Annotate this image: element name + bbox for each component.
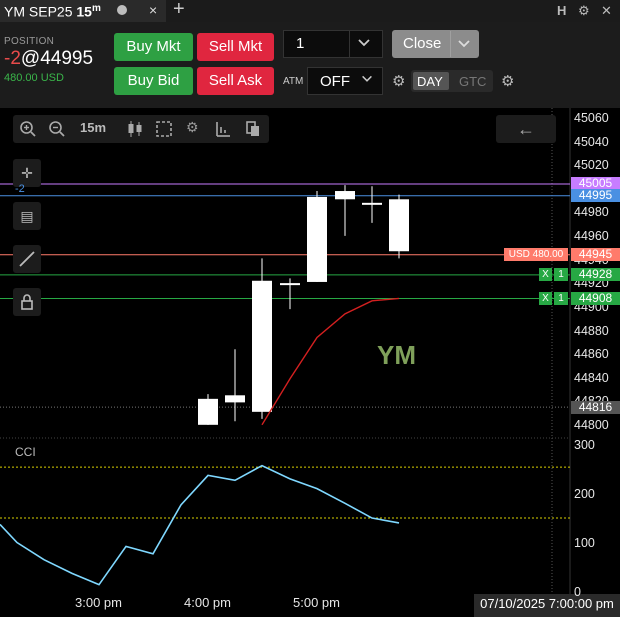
- price-tag-position: 44995: [571, 189, 620, 203]
- tif-day[interactable]: DAY: [417, 74, 443, 89]
- quantity-value: 1: [296, 35, 305, 52]
- gear-icon[interactable]: ⚙: [578, 3, 590, 19]
- chevron-down-icon[interactable]: [356, 34, 372, 50]
- atm-value: OFF: [320, 73, 350, 90]
- interval-selector[interactable]: 15m: [80, 120, 106, 135]
- candle-body: [198, 398, 218, 425]
- atm-settings-gear-icon[interactable]: ⚙: [392, 72, 405, 90]
- crosshair-time-label: 07/10/2025 7:00:00 pm: [474, 594, 620, 617]
- position-marker: -2: [15, 182, 25, 195]
- candle-body: [335, 191, 355, 200]
- draw-line-icon[interactable]: [13, 245, 41, 273]
- pnl-label: USD 480.00: [504, 248, 568, 262]
- time-tick-label: 5:00 pm: [293, 595, 340, 610]
- position-value: -2@44995: [4, 48, 93, 70]
- add-tab-icon[interactable]: +: [173, 0, 185, 21]
- order-qty-label[interactable]: 1: [554, 291, 568, 305]
- divider: [450, 31, 451, 57]
- close-tab-icon[interactable]: ×: [149, 2, 157, 18]
- back-arrow-button[interactable]: ←: [496, 115, 556, 143]
- chart-settings-gear-icon[interactable]: ⚙: [186, 119, 199, 136]
- time-tick-label: 4:00 pm: [184, 595, 231, 610]
- position-label: POSITION: [4, 36, 55, 47]
- price-chart[interactable]: [0, 108, 620, 617]
- position-qty: -2: [4, 48, 21, 69]
- tab-symbol: YM SEP25: [4, 3, 73, 20]
- cci-line: [0, 464, 400, 586]
- status-dot-icon: [117, 5, 127, 15]
- tif-gtc[interactable]: GTC: [459, 74, 486, 89]
- time-tick-label: 3:00 pm: [75, 595, 122, 610]
- position-pnl: 480.00 USD: [4, 72, 64, 84]
- buy-bid-button[interactable]: Buy Bid: [114, 67, 193, 95]
- candle-body: [362, 202, 382, 205]
- divider: [349, 31, 350, 57]
- price-tag-pnl: 44945: [571, 248, 620, 262]
- tab-title: YM SEP25 15m: [4, 3, 101, 20]
- position-price: @44995: [20, 48, 94, 69]
- tab-interval-unit: m: [91, 3, 101, 14]
- close-window-icon[interactable]: ✕: [601, 3, 612, 19]
- price-tick-label: 44880: [574, 323, 609, 338]
- cancel-order-button[interactable]: X: [539, 268, 552, 282]
- cci-tick-label: 300: [574, 438, 595, 452]
- candle-body: [252, 280, 272, 412]
- cci-label: CCI: [15, 445, 36, 459]
- candle-body: [225, 395, 245, 403]
- candle-body: [280, 283, 300, 286]
- price-tick-label: 44840: [574, 370, 609, 385]
- cancel-order-button[interactable]: X: [539, 291, 552, 305]
- candlestick-type-icon[interactable]: [125, 119, 145, 139]
- selection-icon[interactable]: [155, 120, 173, 138]
- help-icon[interactable]: H: [557, 3, 566, 18]
- price-tick-label: 44800: [574, 418, 609, 432]
- price-tick-label: 45040: [574, 134, 609, 149]
- templates-icon[interactable]: [244, 120, 262, 138]
- price-tick-label: 44980: [574, 205, 609, 220]
- symbol-watermark: YM: [377, 340, 416, 370]
- tif-settings-gear-icon[interactable]: ⚙: [501, 72, 514, 90]
- buy-mkt-button[interactable]: Buy Mkt: [114, 33, 193, 61]
- indicators-icon[interactable]: [214, 120, 232, 138]
- zoom-out-icon[interactable]: [48, 120, 66, 138]
- candle-body: [307, 196, 327, 282]
- order-qty-label[interactable]: 1: [554, 268, 568, 282]
- tab-interval: 15: [76, 3, 92, 20]
- close-button-label: Close: [403, 35, 442, 52]
- notes-icon[interactable]: ▤: [13, 202, 41, 230]
- price-tag-last: 44816: [571, 400, 620, 414]
- cci-tick-label: 0: [574, 585, 581, 599]
- lock-icon[interactable]: [13, 288, 41, 316]
- atm-label: ATM: [283, 76, 304, 87]
- zoom-in-icon[interactable]: [19, 120, 37, 138]
- price-tick-label: 45020: [574, 158, 609, 173]
- close-options-chevron-icon[interactable]: [456, 36, 472, 52]
- chevron-down-icon[interactable]: [360, 72, 374, 86]
- cci-tick-label: 100: [574, 536, 595, 550]
- sell-ask-button[interactable]: Sell Ask: [197, 67, 274, 95]
- price-tick-label: 45060: [574, 111, 609, 125]
- price-tag-order1: 44928: [571, 268, 620, 282]
- price-tick-label: 44860: [574, 347, 609, 362]
- cci-tick-label: 200: [574, 487, 595, 501]
- price-tag-order2: 44908: [571, 291, 620, 305]
- candle-body: [389, 199, 409, 252]
- price-tick-label: 44960: [574, 229, 609, 244]
- sell-mkt-button[interactable]: Sell Mkt: [197, 33, 274, 61]
